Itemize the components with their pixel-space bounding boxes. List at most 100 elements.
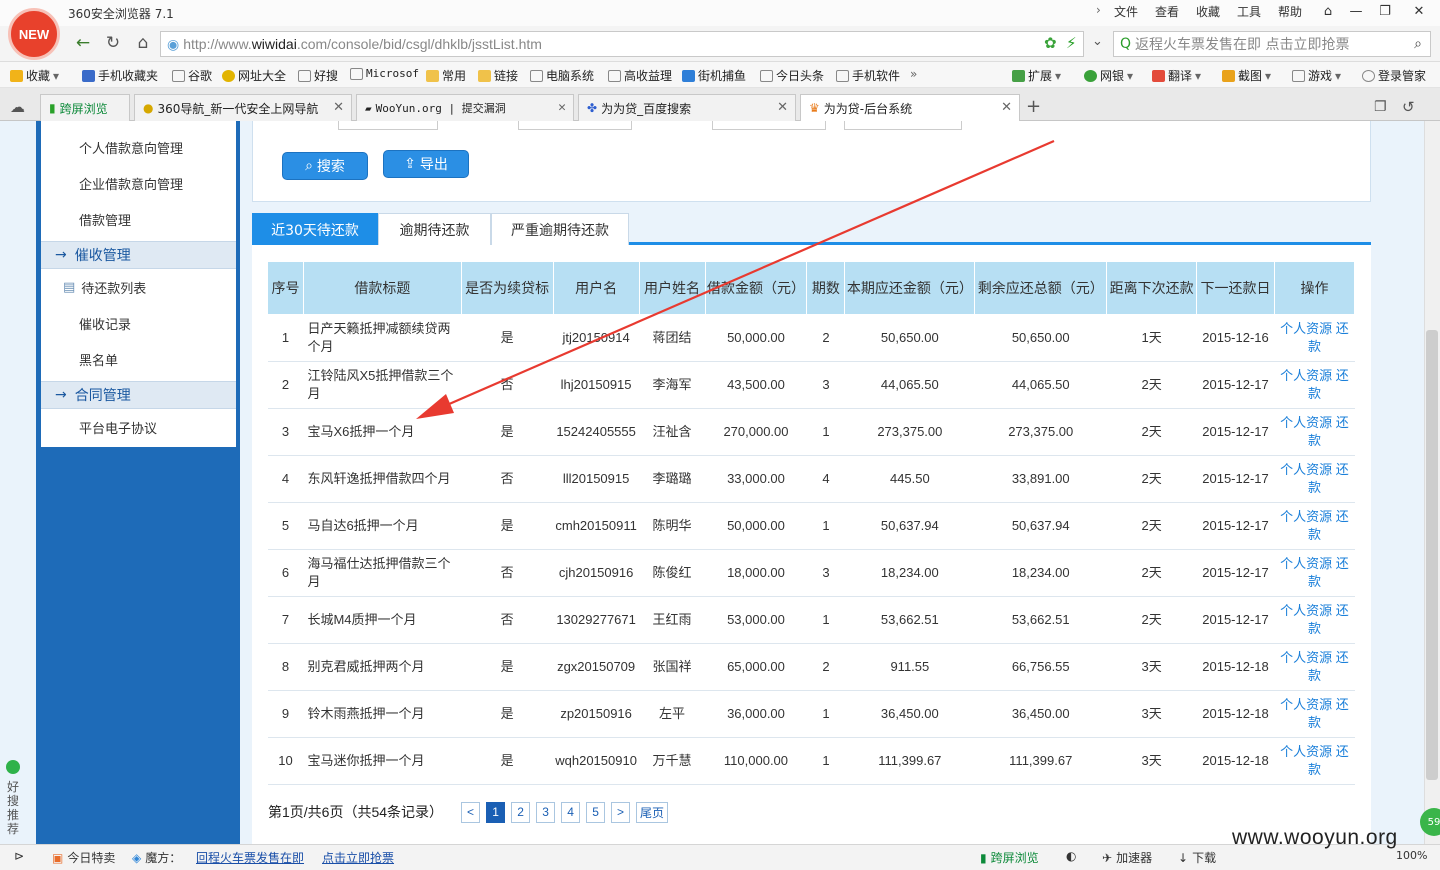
bookmark-item[interactable]: Microsof: [350, 67, 419, 80]
search-logo-icon: Q: [1120, 36, 1132, 52]
bookmark-item[interactable]: 网址大全: [222, 67, 286, 84]
page-1-button[interactable]: 1: [486, 801, 506, 823]
refresh-shield-icon[interactable]: ✿: [1044, 34, 1057, 52]
magic-cube[interactable]: ◈ 魔方：: [132, 849, 181, 866]
menu-tools[interactable]: 工具: [1237, 3, 1261, 20]
bookmark-item[interactable]: 手机收藏夹: [82, 67, 158, 84]
bookmark-games[interactable]: 游戏 ▾: [1292, 67, 1341, 84]
zoom-level[interactable]: 100%: [1396, 849, 1427, 862]
close-tab-icon[interactable]: ✕: [1001, 100, 1012, 115]
tab-baidu[interactable]: ✤ 为为贷_百度搜索 ✕: [578, 94, 796, 121]
bookmark-bank[interactable]: 网银 ▾: [1084, 67, 1133, 84]
prev-page-button[interactable]: <: [461, 801, 481, 823]
tab-wooyun[interactable]: ▰ WooYun.org | 提交漏洞 ✕: [356, 94, 574, 121]
cloud-icon[interactable]: ☁: [10, 98, 25, 116]
good-search-dot-icon: [6, 760, 20, 774]
bookmark-item[interactable]: 常用: [426, 67, 466, 84]
grid-icon: [1012, 69, 1025, 82]
tab-admin-system[interactable]: ♛ 为为贷-后台系统 ✕: [800, 94, 1020, 121]
close-tab-icon[interactable]: ✕: [777, 100, 788, 115]
browser-logo[interactable]: NEW: [8, 8, 60, 60]
more-bookmarks-icon[interactable]: »: [910, 67, 917, 81]
next-page-button[interactable]: >: [611, 801, 631, 823]
page-3-button[interactable]: 3: [536, 801, 556, 823]
globe-icon: ●: [143, 101, 154, 115]
phone-icon: [82, 69, 95, 82]
bookmark-item[interactable]: 好搜: [298, 67, 338, 84]
maximize-icon[interactable]: ❐: [1370, 0, 1400, 22]
page-icon: [350, 67, 363, 80]
close-tab-icon[interactable]: ✕: [333, 100, 344, 115]
page-5-button[interactable]: 5: [586, 801, 606, 823]
scrollbar-thumb[interactable]: [1426, 330, 1438, 780]
back-icon[interactable]: ←: [72, 32, 94, 54]
ie-mode-icon[interactable]: ◐: [1066, 849, 1076, 863]
close-tab-icon[interactable]: ✕: [558, 100, 566, 115]
page-4-button[interactable]: 4: [561, 801, 581, 823]
menu-help[interactable]: 帮助: [1278, 3, 1302, 20]
url-rest: .com/console/bid/csgl/dhklb/jsstList.htm: [296, 36, 542, 52]
page-2-button[interactable]: 2: [511, 801, 531, 823]
watermark: www.wooyun.org: [1232, 826, 1398, 849]
home-icon[interactable]: ⌂: [132, 32, 154, 54]
rocket-icon: ✈: [1102, 850, 1113, 865]
today-sale[interactable]: ▣ 今日特卖: [52, 849, 115, 866]
close-window-icon[interactable]: ✕: [1404, 0, 1434, 22]
undo-close-icon[interactable]: ↺: [1402, 98, 1415, 116]
game-icon: [682, 69, 695, 82]
wooyun-icon: ▰: [365, 101, 372, 115]
bookmark-item[interactable]: 高收益理: [608, 67, 672, 84]
promo-link-1[interactable]: 回程火车票发售在即: [196, 849, 304, 866]
bookmark-screenshot[interactable]: 截图 ▾: [1222, 67, 1271, 84]
url-prefix: http://www.: [183, 36, 252, 52]
download[interactable]: ↓ 下载: [1178, 849, 1216, 866]
title-bar: [0, 0, 1440, 26]
tab-360-nav[interactable]: ● 360导航_新一代安全上网导航 ✕: [134, 94, 352, 121]
globe-icon: ◉: [167, 35, 180, 52]
menu-view[interactable]: 查看: [1155, 3, 1179, 20]
bookmark-extensions[interactable]: 扩展 ▾: [1012, 67, 1061, 84]
cross-screen-status[interactable]: ▮ 跨屏浏览: [980, 849, 1039, 866]
bookmark-item[interactable]: 手机软件: [836, 67, 900, 84]
skin-icon[interactable]: ⌂: [1313, 0, 1343, 22]
page-info: 第1页/共6页（共54条记录）: [268, 804, 444, 820]
bookmark-item[interactable]: 电脑系统: [530, 67, 594, 84]
lightning-icon[interactable]: ⚡: [1066, 34, 1077, 52]
menu-file[interactable]: 文件: [1114, 3, 1138, 20]
refresh-icon[interactable]: ↻: [102, 32, 124, 54]
menu-favorites[interactable]: 收藏: [1196, 3, 1220, 20]
bookmark-item[interactable]: 今日头条: [760, 67, 824, 84]
promo-link-2[interactable]: 点击立即抢票: [322, 849, 394, 866]
bookmark-login[interactable]: 登录管家: [1362, 67, 1426, 84]
url-input[interactable]: ◉ http://www. wiwidai .com/console/bid/csg…: [160, 31, 1084, 57]
minimize-icon[interactable]: —: [1341, 0, 1371, 22]
page-icon: [530, 69, 543, 82]
speed-badge[interactable]: 59: [1420, 808, 1440, 836]
page-icon: [172, 69, 185, 82]
page-icon: [760, 69, 773, 82]
chevron-down-icon[interactable]: ⌄: [1092, 34, 1103, 49]
annotation-arrow: [416, 139, 1055, 419]
gamepad-icon: [1292, 69, 1305, 82]
bookmark-item[interactable]: 谷歌: [172, 67, 212, 84]
bookmark-item[interactable]: 链接: [478, 67, 518, 84]
folder-icon: [478, 69, 491, 82]
new-tab-icon[interactable]: +: [1026, 96, 1041, 117]
search-icon[interactable]: ⌕: [1414, 36, 1422, 52]
tab-list-icon[interactable]: ❐: [1374, 99, 1387, 115]
site-icon: ♛: [809, 101, 820, 115]
sidebar-toggle-icon[interactable]: ⊳: [14, 849, 24, 863]
paw-icon: ✤: [587, 101, 598, 115]
search-input[interactable]: Q 返程火车票发售在即 点击立即抢票 ⌕: [1113, 31, 1431, 57]
bookmark-favorites[interactable]: 收藏 ▾: [10, 67, 59, 84]
yen-icon: [1084, 69, 1097, 82]
pagination: 第1页/共6页（共54条记录） < 1 2 3 4 5 > 尾页: [268, 801, 669, 823]
accelerator[interactable]: ✈ 加速器: [1102, 849, 1152, 866]
bookmark-translate[interactable]: 翻译 ▾: [1152, 67, 1201, 84]
last-page-button[interactable]: 尾页: [636, 801, 669, 823]
tab-cross-screen[interactable]: ▮ 跨屏浏览: [40, 94, 130, 121]
search-text: 返程火车票发售在即 点击立即抢票: [1135, 37, 1350, 53]
chevron-right-icon[interactable]: ›: [1096, 3, 1101, 17]
bookmark-item[interactable]: 街机捕鱼: [682, 67, 746, 84]
page-icon: [298, 69, 311, 82]
